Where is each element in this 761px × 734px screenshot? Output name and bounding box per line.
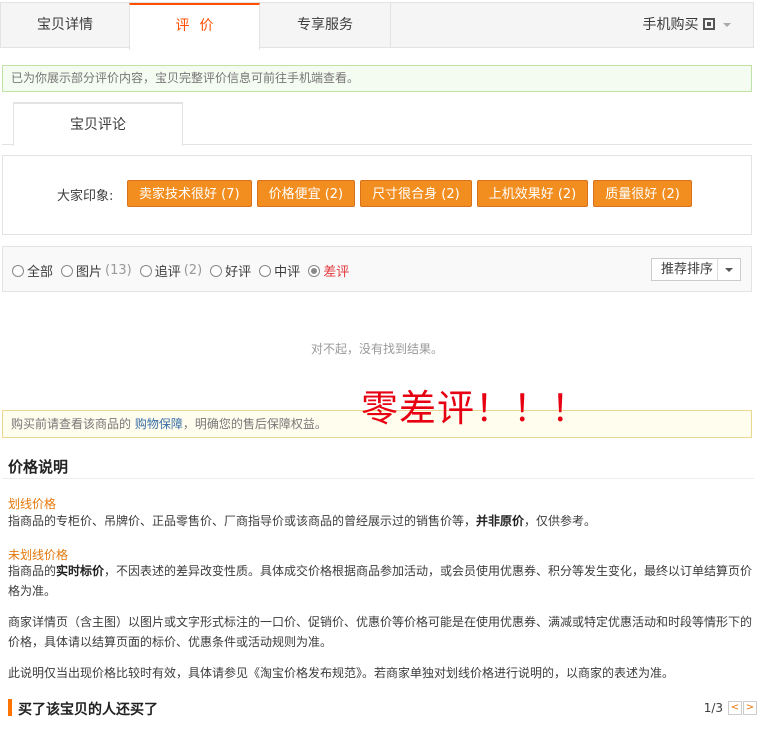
price-paragraph-3: 商家详情页（含主图）以图片或文字形式标注的一口价、促销价、优惠价等价格可能是在使… [8, 615, 753, 649]
review-subtabs: 宝贝评论 [2, 102, 752, 146]
impression-tags: 卖家技术很好 (7) 价格便宜 (2) 尺寸很合身 (2) 上机效果好 (2) … [127, 180, 692, 207]
strikethrough-price-text: 指商品的专柜价、吊牌价、正品零售价、厂商指导价或该商品的曾经展示过的销售价等，并… [8, 511, 756, 531]
radio-button-selected[interactable] [308, 264, 321, 277]
strikethrough-price-label: 划线价格 [8, 497, 57, 511]
price-explanation-title: 价格说明 [8, 458, 69, 476]
tab-product-reviews[interactable]: 宝贝评论 [13, 102, 183, 146]
pager-indicator: 1/3 [703, 701, 723, 715]
unstrike-text-b: ，不因表述的差异改变性质。具体成交价格根据商品参加活动，或会员使用优惠券、积分等… [8, 564, 753, 598]
guarantee-prefix: 购买前请查看该商品的 [11, 417, 132, 431]
also-bought-title: 买了该宝贝的人还买了 [18, 702, 158, 718]
filter-all[interactable]: 全部 [12, 261, 53, 280]
unstrikethrough-price-text: 指商品的实时标价，不因表述的差异改变性质。具体成交价格根据商品参加活动，或会员使… [8, 561, 756, 601]
chevron-down-icon [722, 23, 731, 27]
tab-exclusive-service[interactable]: 专享服务 [260, 3, 391, 48]
impressions-panel: 大家印象: 卖家技术很好 (7) 价格便宜 (2) 尺寸很合身 (2) 上机效果… [2, 155, 752, 235]
divider [2, 478, 754, 479]
radio-button[interactable] [139, 264, 152, 277]
filter-label: 图片 [76, 265, 103, 280]
unstrike-text-a: 指商品的 [8, 564, 57, 578]
review-filter-options: 全部 图片 (13) 追评 (2) 好评 中评 差评 [12, 261, 357, 280]
qr-code-icon [702, 18, 715, 30]
filter-label: 好评 [225, 265, 252, 280]
mobile-purchase-label: 手机购买 [642, 17, 699, 33]
section-accent-bar [8, 699, 12, 716]
strike-text-bold: 并非原价 [476, 514, 525, 528]
also-bought-pager: 1/3 < > [704, 701, 757, 715]
impressions-label: 大家印象: [57, 189, 114, 204]
tab-product-detail[interactable]: 宝贝详情 [1, 3, 129, 48]
filter-neutral[interactable]: 中评 [259, 261, 300, 280]
impression-tag[interactable]: 尺寸很合身 (2) [360, 180, 472, 207]
impression-tag[interactable]: 上机效果好 (2) [476, 180, 589, 207]
radio-button[interactable] [61, 264, 74, 277]
filter-negative[interactable]: 差评 [308, 261, 349, 280]
chevron-down-icon [725, 268, 733, 272]
tab-bar: 宝贝详情 评价 专享服务 手机购买 [0, 2, 754, 50]
guarantee-suffix: ，明确您的售后保障权益。 [182, 417, 327, 431]
price-paragraph-4: 此说明仅当出现价格比较时有效，具体请参见《淘宝价格发布规范》。若商家单独对划线价… [8, 666, 675, 680]
filter-label: 追评 [154, 265, 181, 280]
radio-button[interactable] [259, 264, 272, 277]
filter-count: (13) [105, 263, 132, 278]
tab-mobile-purchase[interactable]: 手机购买 [634, 3, 739, 48]
partial-reviews-notice: 已为你展示部分评价内容，宝贝完整评价信息可前往手机端查看。 [2, 65, 752, 92]
tab-reviews[interactable]: 评价 [129, 3, 260, 50]
impression-tag[interactable]: 卖家技术很好 (7) [127, 180, 252, 207]
impression-tag[interactable]: 价格便宜 (2) [256, 180, 356, 207]
sort-divider [717, 259, 718, 280]
strike-text-b: ，仅供参考。 [524, 514, 597, 528]
radio-button[interactable] [12, 264, 24, 277]
filter-label: 全部 [27, 265, 54, 280]
sort-label: 推荐排序 [661, 262, 714, 277]
impression-tag[interactable]: 质量很好 (2) [593, 180, 692, 207]
radio-button[interactable] [210, 264, 223, 277]
no-results-text: 对不起，没有找到结果。 [310, 342, 443, 356]
filter-label: 中评 [274, 265, 301, 280]
shopping-guarantee-link[interactable]: 购物保障 [135, 417, 183, 431]
filter-images[interactable]: 图片 (13) [61, 261, 132, 280]
filter-count: (2) [183, 263, 203, 278]
unstrike-text-bold: 实时标价 [56, 564, 105, 578]
sort-dropdown[interactable]: 推荐排序 [651, 258, 741, 281]
prev-page-button[interactable]: < [728, 701, 742, 715]
next-page-button[interactable]: > [743, 701, 757, 715]
strike-text-a: 指商品的专柜价、吊牌价、正品零售价、厂商指导价或该商品的曾经展示过的销售价等， [8, 514, 477, 528]
review-filter-bar: 全部 图片 (13) 追评 (2) 好评 中评 差评 推荐排序 [2, 246, 752, 292]
zero-negative-overlay-text: 零差评！！！ [361, 387, 589, 430]
filter-follow-up[interactable]: 追评 (2) [139, 261, 203, 280]
filter-label: 差评 [323, 265, 350, 280]
filter-positive[interactable]: 好评 [210, 261, 251, 280]
